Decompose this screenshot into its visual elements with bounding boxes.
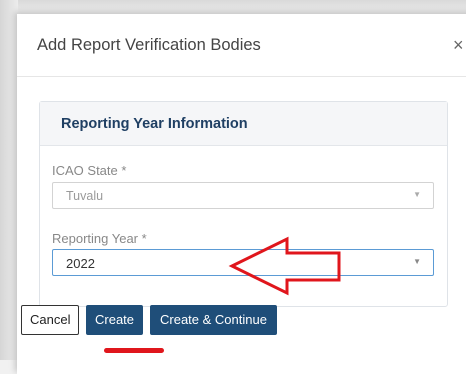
panel-heading: Reporting Year Information	[40, 102, 447, 146]
annotation-underline	[104, 348, 164, 353]
create-button[interactable]: Create	[86, 305, 144, 335]
icao-state-select[interactable]: Tuvalu ▼	[52, 182, 434, 209]
icao-state-value: Tuvalu	[66, 189, 104, 203]
reporting-year-value: 2022	[66, 256, 95, 271]
reporting-year-select[interactable]: 2022 ▼	[52, 249, 434, 276]
dialog-header: Add Report Verification Bodies ×	[17, 14, 466, 77]
chevron-down-icon: ▼	[413, 190, 421, 199]
create-and-continue-button[interactable]: Create & Continue	[150, 305, 277, 335]
backdrop-left	[0, 0, 18, 360]
cancel-button[interactable]: Cancel	[21, 305, 80, 335]
panel-title: Reporting Year Information	[61, 116, 248, 132]
reporting-year-panel: Reporting Year Information ICAO State * …	[39, 101, 448, 307]
close-icon[interactable]: ×	[453, 35, 464, 56]
reporting-year-label: Reporting Year *	[52, 231, 147, 246]
dialog-title: Add Report Verification Bodies	[37, 36, 261, 54]
icao-state-label: ICAO State *	[52, 163, 127, 178]
chevron-down-icon: ▼	[413, 257, 421, 266]
